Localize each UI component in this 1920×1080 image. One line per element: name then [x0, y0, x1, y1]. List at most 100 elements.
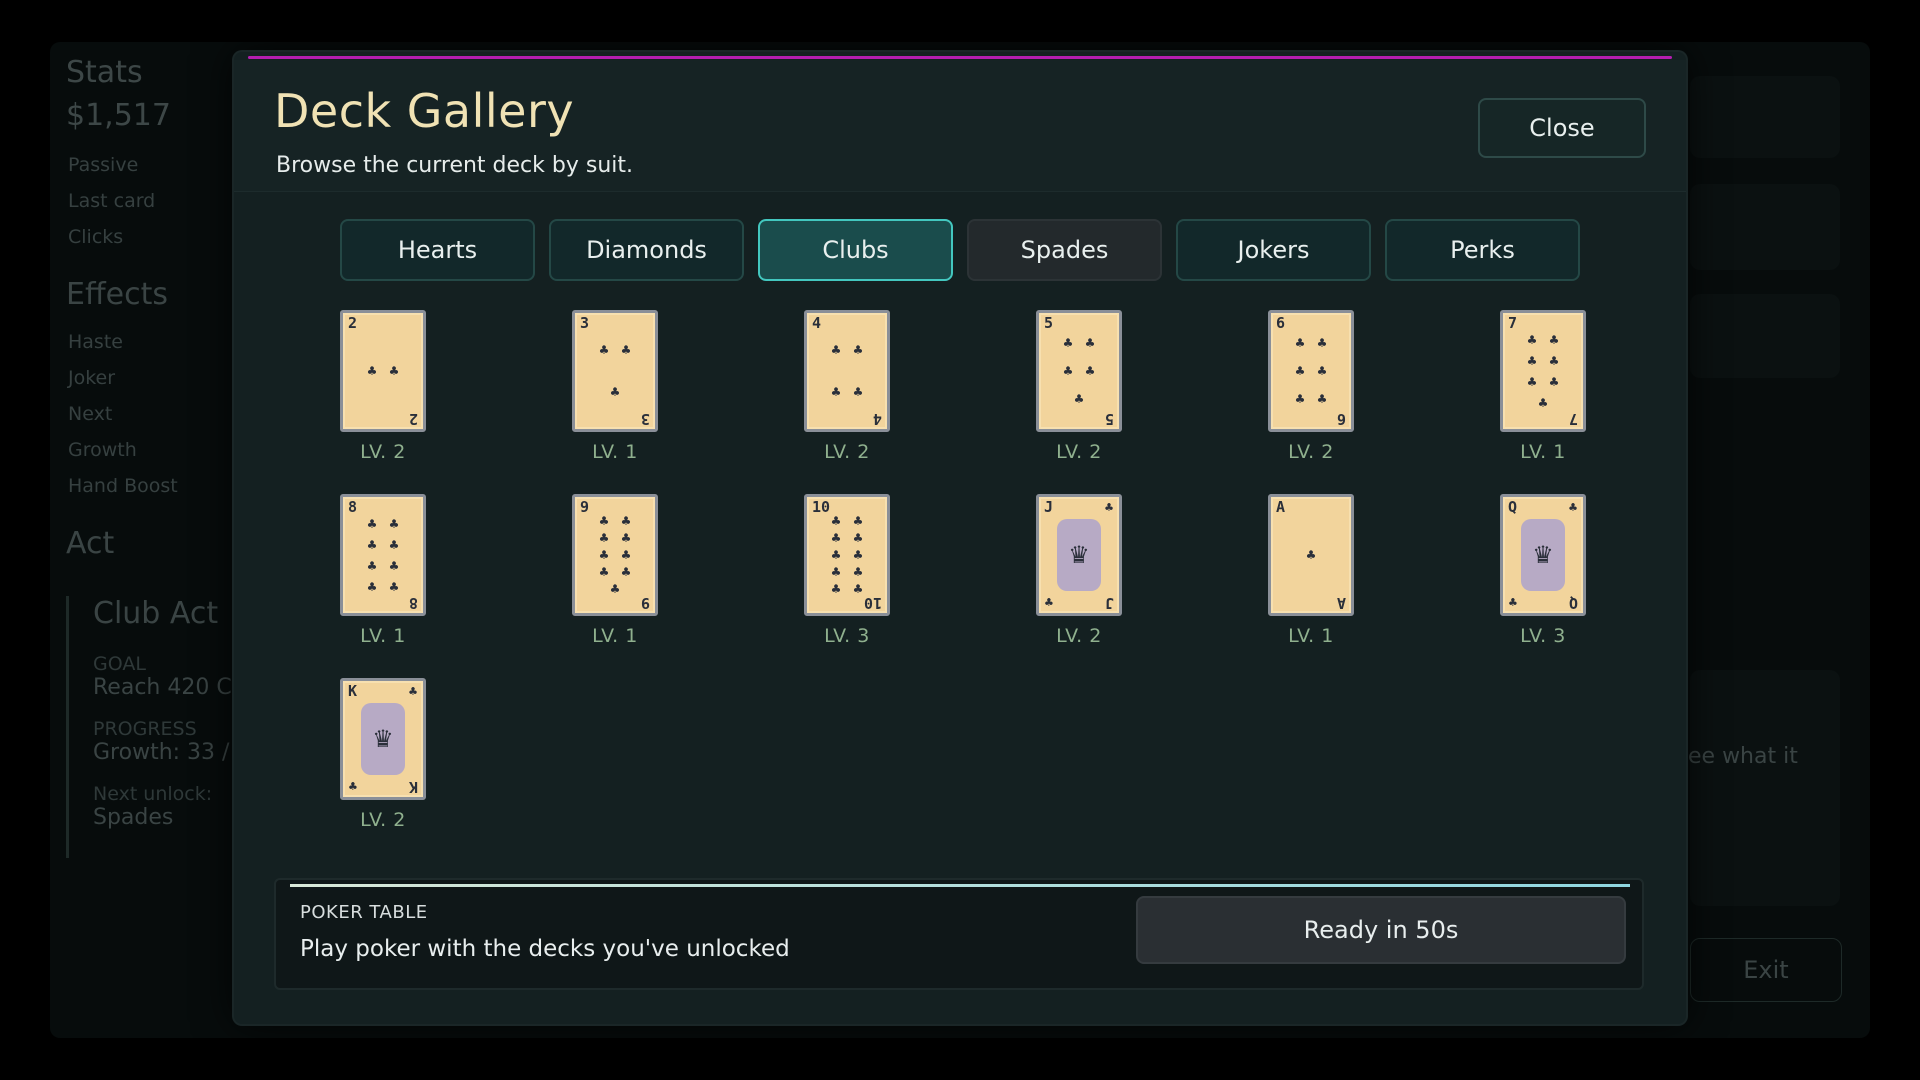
club-icon: ♣	[408, 685, 418, 698]
club-icon: ♣	[1316, 336, 1328, 350]
club-icon: ♣	[366, 579, 378, 594]
card-level: LV. 2	[824, 441, 870, 463]
act-name: Club Act	[93, 596, 219, 631]
club-icon: ♣	[609, 581, 621, 596]
club-icon: ♣	[852, 514, 864, 529]
card-pips: ♣ ♣ ♣ ♣ ♣ ♣ ♣ ♣ ♣	[589, 513, 641, 597]
club-icon: ♣	[598, 514, 610, 529]
tab-jokers[interactable]: Jokers	[1176, 219, 1371, 281]
club-icon: ♣	[1508, 596, 1518, 609]
club-icon: ♣	[852, 581, 864, 596]
close-button[interactable]: Close	[1478, 98, 1646, 158]
card-10-of-clubs[interactable]: 10 10 ♣ ♣ ♣ ♣ ♣ ♣ ♣ ♣ ♣ ♣	[804, 494, 890, 616]
card-rank: Q	[1508, 498, 1518, 516]
tab-hearts[interactable]: Hearts	[340, 219, 535, 281]
card-rank: 8	[348, 498, 358, 516]
card-6-of-clubs[interactable]: 6 6 ♣ ♣ ♣ ♣ ♣ ♣	[1268, 310, 1354, 432]
card-rank: 7	[1508, 314, 1518, 332]
card-4-of-clubs[interactable]: 4 4 ♣ ♣ ♣ ♣	[804, 310, 890, 432]
club-icon: ♣	[1294, 364, 1306, 378]
tab-perks[interactable]: Perks	[1385, 219, 1580, 281]
progress-value: Growth: 33 /	[93, 740, 230, 765]
card-rank: 3	[580, 314, 590, 332]
modal-title: Deck Gallery	[274, 84, 575, 138]
card-level: LV. 1	[1288, 625, 1334, 647]
card-pips: ♣ ♣ ♣ ♣ ♣ ♣ ♣ ♣ ♣ ♣	[821, 513, 873, 597]
club-icon: ♣	[830, 385, 842, 399]
card-level: LV. 3	[824, 625, 870, 647]
card-8-of-clubs[interactable]: 8 8 ♣ ♣ ♣ ♣ ♣ ♣ ♣ ♣	[340, 494, 426, 616]
card-cell: 7 7 ♣ ♣ ♣ ♣ ♣ ♣ ♣ LV. 1	[1500, 310, 1732, 474]
card-A-of-clubs[interactable]: A A ♣	[1268, 494, 1354, 616]
card-level: LV. 1	[592, 625, 638, 647]
club-icon: ♣	[1044, 596, 1054, 609]
card-rank-bottom: 9	[640, 594, 650, 612]
poker-accent-line	[290, 884, 1630, 887]
card-rank: A	[1276, 498, 1286, 516]
background-right-box	[1690, 76, 1840, 158]
background-act-panel: Club Act GOAL Reach 420 C PROGRESS Growt…	[66, 596, 256, 858]
face-card-portrait: ♛	[1057, 519, 1101, 591]
card-9-of-clubs[interactable]: 9 9 ♣ ♣ ♣ ♣ ♣ ♣ ♣ ♣ ♣	[572, 494, 658, 616]
card-cell: K K ♛ ♣ ♣ LV. 2	[340, 678, 572, 842]
card-3-of-clubs[interactable]: 3 3 ♣ ♣ ♣	[572, 310, 658, 432]
club-icon: ♣	[366, 558, 378, 573]
club-icon: ♣	[830, 514, 842, 529]
card-rank-bottom: 2	[408, 410, 418, 428]
club-icon: ♣	[348, 780, 358, 793]
poker-table-description: Play poker with the decks you've unlocke…	[300, 936, 790, 962]
tab-clubs[interactable]: Clubs	[758, 219, 953, 281]
club-icon: ♣	[598, 531, 610, 546]
effects-row: Hand Boost	[68, 475, 178, 497]
ready-button[interactable]: Ready in 50s	[1136, 896, 1626, 964]
modal-subtitle: Browse the current deck by suit.	[276, 153, 633, 178]
card-rank-bottom: 6	[1336, 410, 1346, 428]
suit-tabs: Hearts Diamonds Clubs Spades Jokers Perk…	[340, 219, 1580, 281]
card-pips: ♣ ♣	[357, 329, 409, 413]
club-icon: ♣	[609, 385, 621, 399]
club-icon: ♣	[852, 343, 864, 357]
card-level: LV. 1	[592, 441, 638, 463]
club-icon: ♣	[366, 537, 378, 552]
card-J-of-clubs[interactable]: J J ♛ ♣ ♣	[1036, 494, 1122, 616]
card-rank: K	[348, 682, 358, 700]
tab-spades[interactable]: Spades	[967, 219, 1162, 281]
card-7-of-clubs[interactable]: 7 7 ♣ ♣ ♣ ♣ ♣ ♣ ♣	[1500, 310, 1586, 432]
club-icon: ♣	[366, 364, 378, 378]
club-icon: ♣	[388, 558, 400, 573]
card-rank-bottom: K	[408, 778, 418, 796]
card-pips: ♣	[1285, 513, 1337, 597]
club-icon: ♣	[388, 537, 400, 552]
card-K-of-clubs[interactable]: K K ♛ ♣ ♣	[340, 678, 426, 800]
poker-table-label: POKER TABLE	[300, 902, 428, 923]
tab-diamonds[interactable]: Diamonds	[549, 219, 744, 281]
background-right-box	[1690, 670, 1840, 906]
club-icon: ♣	[1316, 364, 1328, 378]
card-pips: ♣ ♣ ♣	[589, 329, 641, 413]
card-level: LV. 1	[1520, 441, 1566, 463]
background-right-text: ee what it	[1688, 744, 1798, 769]
club-icon: ♣	[1548, 374, 1560, 389]
card-rank-bottom: 4	[872, 410, 882, 428]
card-5-of-clubs[interactable]: 5 5 ♣ ♣ ♣ ♣ ♣	[1036, 310, 1122, 432]
club-icon: ♣	[388, 364, 400, 378]
club-icon: ♣	[620, 531, 632, 546]
club-icon: ♣	[1062, 336, 1074, 350]
card-Q-of-clubs[interactable]: Q Q ♛ ♣ ♣	[1500, 494, 1586, 616]
card-cell: J J ♛ ♣ ♣ LV. 2	[1036, 494, 1268, 658]
card-rank: 9	[580, 498, 590, 516]
club-icon: ♣	[598, 564, 610, 579]
card-cell: 6 6 ♣ ♣ ♣ ♣ ♣ ♣ LV. 2	[1268, 310, 1500, 474]
club-icon: ♣	[620, 564, 632, 579]
card-cell: 5 5 ♣ ♣ ♣ ♣ ♣ LV. 2	[1036, 310, 1268, 474]
exit-button[interactable]: Exit	[1690, 938, 1842, 1002]
face-card-portrait: ♛	[361, 703, 405, 775]
card-2-of-clubs[interactable]: 2 2 ♣ ♣	[340, 310, 426, 432]
card-pips: ♣ ♣ ♣ ♣ ♣	[1053, 329, 1105, 413]
club-icon: ♣	[620, 343, 632, 357]
club-icon: ♣	[366, 516, 378, 531]
card-cell: Q Q ♛ ♣ ♣ LV. 3	[1500, 494, 1732, 658]
stats-row: Passive	[68, 154, 139, 176]
card-rank: 5	[1044, 314, 1054, 332]
club-icon: ♣	[830, 531, 842, 546]
